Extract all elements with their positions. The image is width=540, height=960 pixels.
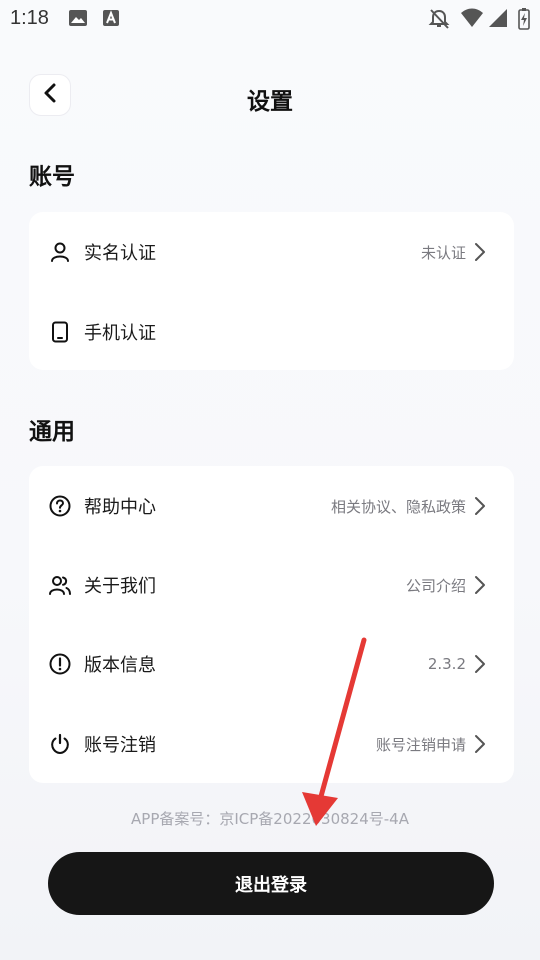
chevron-right-icon [474, 654, 486, 674]
wifi-icon [460, 8, 484, 32]
alert-circle-icon [48, 652, 72, 676]
row-label: 关于我们 [84, 576, 156, 597]
logout-button[interactable]: 退出登录 [48, 852, 494, 915]
status-bar: 1:18 [0, 0, 540, 38]
power-icon [48, 732, 72, 756]
row-value: 相关协议、隐私政策 [330, 497, 466, 516]
row-value: 公司介绍 [405, 576, 466, 595]
chevron-right-icon [474, 734, 486, 754]
image-icon [68, 8, 88, 32]
users-icon [48, 573, 72, 597]
help-circle-icon [48, 494, 72, 518]
row-label: 实名认证 [84, 243, 156, 264]
row-help-center[interactable]: 帮助中心 相关协议、隐私政策 [29, 466, 514, 546]
account-card: 实名认证 未认证 手机认证 [29, 212, 514, 370]
row-label: 版本信息 [84, 655, 156, 676]
bell-off-icon [428, 8, 450, 34]
icp-record-text: APP备案号：京ICP备2022030824号-4A [131, 810, 409, 828]
section-title-account: 账号 [29, 164, 75, 190]
header: 设置 [0, 74, 540, 118]
signal-icon [488, 8, 508, 32]
row-phone-auth[interactable]: 手机认证 [29, 292, 514, 372]
row-value: 账号注销申请 [375, 735, 466, 754]
text-a-icon [102, 8, 120, 32]
row-account-cancel[interactable]: 账号注销 账号注销申请 [29, 704, 514, 784]
row-label: 手机认证 [84, 323, 156, 344]
row-value: 2.3.2 [427, 655, 466, 673]
row-value: 未认证 [420, 243, 466, 262]
battery-icon [518, 8, 530, 34]
row-real-name-auth[interactable]: 实名认证 未认证 [29, 212, 514, 292]
section-title-general: 通用 [29, 419, 75, 445]
page-title: 设置 [247, 89, 293, 115]
chevron-right-icon [474, 575, 486, 595]
row-label: 账号注销 [84, 735, 156, 756]
person-icon [48, 240, 72, 264]
row-label: 帮助中心 [84, 497, 156, 518]
row-version-info[interactable]: 版本信息 2.3.2 [29, 624, 514, 704]
general-card: 帮助中心 相关协议、隐私政策 关于我们 公司介绍 版本信息 2.3.2 账号注销… [29, 466, 514, 783]
status-time: 1:18 [10, 7, 49, 29]
row-about-us[interactable]: 关于我们 公司介绍 [29, 545, 514, 625]
chevron-right-icon [474, 242, 486, 262]
chevron-right-icon [474, 496, 486, 516]
phone-icon [48, 320, 72, 344]
